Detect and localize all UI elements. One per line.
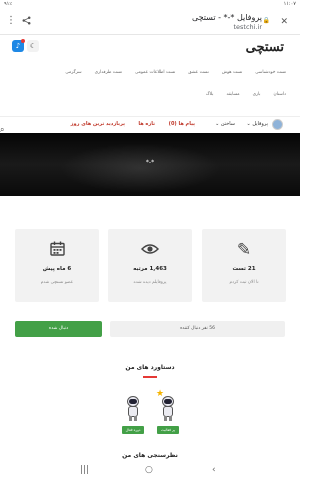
followers-count[interactable]: 56 نفر دنبال کننده: [110, 321, 285, 337]
profile-menu-label: پروفایل: [252, 121, 268, 127]
nav-link[interactable]: بازی: [253, 92, 261, 97]
profile-banner: *-*: [0, 133, 300, 196]
page-title: پروفایل *-* - تستچی: [191, 13, 262, 22]
avatar[interactable]: [272, 119, 283, 130]
lock-icon: 🔒: [262, 17, 270, 24]
more-vert-icon[interactable]: ⋮: [6, 16, 16, 26]
close-icon[interactable]: ✕: [280, 17, 288, 27]
share-icon[interactable]: [22, 16, 31, 28]
achievements-title: دستاورد های من: [125, 364, 175, 371]
stat-card-views: 1,463 مرتبه پروفایلم دیده شده: [108, 229, 192, 302]
site-logo[interactable]: تستچی: [246, 40, 284, 55]
new-tests-link[interactable]: تازه ها: [138, 121, 155, 127]
stat-value: 1,463 مرتبه: [133, 266, 167, 272]
chevron-down-icon: ⌄: [215, 121, 220, 127]
android-navigation-bar: ||| ○ ‹: [0, 461, 300, 480]
notification-dot: [21, 39, 25, 43]
stat-caption: تا الان ثبت کردم: [229, 280, 259, 285]
back-icon[interactable]: ‹: [212, 465, 216, 475]
messages-link[interactable]: پیام ها (0): [169, 121, 195, 127]
user-menu-bar: ⌄ پروفایل ⌄ ساختن پیام ها (0) تازه ها پر…: [0, 116, 300, 134]
recent-apps-icon[interactable]: |||: [80, 465, 89, 475]
create-menu-label: ساختن: [220, 121, 235, 127]
eye-icon: [108, 241, 192, 259]
clock: ۱۱:۰۷: [283, 1, 296, 7]
nav-link[interactable]: تست اطلاعات عمومی: [135, 70, 175, 75]
stat-card-membership: 6 ماه پیش عضو تستچی شدم: [15, 229, 99, 302]
polls-title: نظرسنجی های من: [122, 452, 178, 459]
nav-link[interactable]: داستان: [274, 92, 286, 97]
category-nav-row-2: داستان بازی مسابقه بلاگ: [193, 92, 286, 97]
chevron-down-icon: ⌄: [246, 121, 251, 127]
nav-link[interactable]: تست طرفداری: [95, 70, 122, 75]
achievement-badge[interactable]: دوره فعال: [121, 390, 145, 434]
stat-caption: عضو تستچی شدم: [40, 280, 74, 285]
nav-link[interactable]: تست خودشناسی: [255, 70, 286, 75]
pencil-icon: ✎: [236, 240, 252, 260]
nav-link[interactable]: مسابقه: [226, 92, 239, 97]
dark-mode-moon-icon[interactable]: ☾: [27, 40, 39, 52]
stat-value: 6 ماه پیش: [42, 266, 72, 272]
nav-link[interactable]: سرگرمی: [65, 70, 81, 75]
stat-card-tests: ✎ 21 تست تا الان ثبت کردم: [202, 229, 286, 302]
astronaut-icon: [121, 390, 145, 424]
nav-link[interactable]: بلاگ: [206, 92, 214, 97]
profile-nickname: *-*: [145, 159, 155, 166]
status-bar: ۹۱٪ ۱۱:۰۷: [0, 0, 300, 8]
browser-url-bar: ✕ 🔒 پروفایل *-* - تستچی testchi.ir ⋮: [0, 8, 300, 35]
nav-link[interactable]: تست عشق: [188, 70, 209, 75]
calendar-icon: [15, 241, 99, 260]
astronaut-star-icon: ★: [156, 390, 180, 424]
badge-label: پر فعالیت: [157, 426, 179, 434]
home-icon[interactable]: ○: [145, 465, 153, 475]
trending-link[interactable]: پربازدید ترین های روز: [71, 121, 125, 127]
header-actions: ♪ ☾: [12, 39, 42, 52]
title-underline: [143, 376, 157, 378]
banner-glow: [60, 143, 220, 193]
stat-value: 21 تست: [232, 266, 256, 272]
achievement-badge[interactable]: ★ پر فعالیت: [156, 390, 180, 434]
category-nav-row-1: تست خودشناسی تست هوش تست عشق تست اطلاعات…: [52, 70, 286, 75]
badge-label: دوره فعال: [122, 426, 144, 434]
create-menu[interactable]: ⌄ ساختن: [215, 121, 235, 127]
profile-menu[interactable]: ⌄ پروفایل: [247, 121, 268, 127]
follow-button[interactable]: دنبال شده: [15, 321, 102, 337]
star-icon: ★: [156, 389, 165, 399]
url-text[interactable]: testchi.ir: [233, 23, 262, 31]
battery-text: ۹۱٪: [4, 1, 13, 7]
stat-caption: پروفایلم دیده شده: [133, 280, 167, 285]
nav-link[interactable]: تست هوش: [222, 70, 242, 75]
